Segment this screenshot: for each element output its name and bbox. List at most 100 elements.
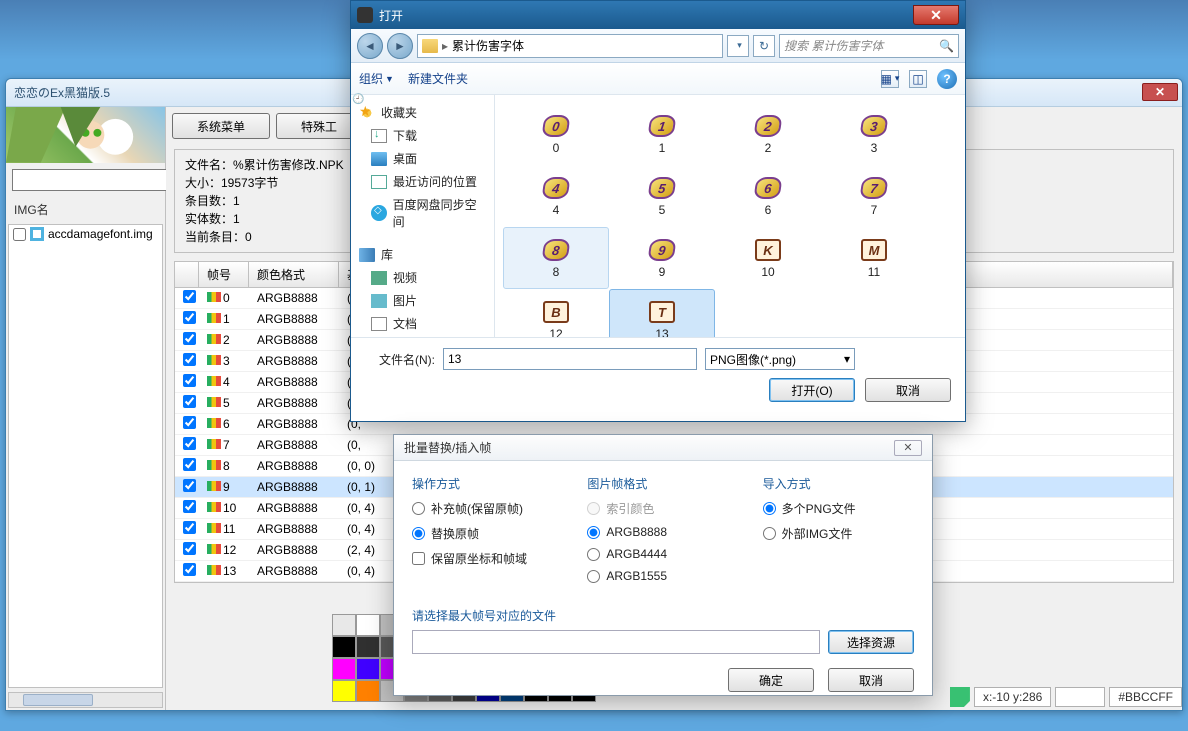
color-swatch[interactable] <box>332 636 356 658</box>
color-swatch[interactable] <box>356 636 380 658</box>
new-folder-button[interactable]: 新建文件夹 <box>408 70 468 87</box>
file-item[interactable]: T13 <box>609 289 715 337</box>
frame-row-checkbox[interactable] <box>183 311 196 324</box>
file-item[interactable]: 77 <box>821 165 927 227</box>
batch-titlebar[interactable]: 批量替换/插入帧 ✕ <box>394 435 932 461</box>
radio-append[interactable]: 补充帧(保留原帧) <box>412 500 563 517</box>
sidebar-item-recent[interactable]: 最近访问的位置 <box>351 170 494 193</box>
organize-menu[interactable]: 组织▼ <box>359 70 394 87</box>
frame-row-checkbox[interactable] <box>183 479 196 492</box>
star-icon <box>359 106 375 120</box>
file-item[interactable]: 99 <box>609 227 715 289</box>
frame-row-checkbox[interactable] <box>183 563 196 576</box>
img-item-checkbox[interactable] <box>13 228 26 241</box>
file-item[interactable]: 00 <box>503 103 609 165</box>
radio-argb4444[interactable]: ARGB4444 <box>587 547 738 561</box>
sidebar-group-favorites[interactable]: 收藏夹 <box>351 101 494 124</box>
file-type-filter[interactable]: PNG图像(*.png)▾ <box>705 348 855 370</box>
editor-close-button[interactable]: ✕ <box>1142 83 1178 101</box>
img-list-item[interactable]: accdamagefont.img <box>9 225 162 243</box>
file-item[interactable]: M11 <box>821 227 927 289</box>
file-dialog-search[interactable]: 搜索 累计伤害字体 🔍 <box>779 34 959 58</box>
radio-external-img[interactable]: 外部IMG文件 <box>763 525 914 542</box>
breadcrumb-segment[interactable]: 累计伤害字体 <box>452 37 524 54</box>
color-swatch[interactable] <box>356 614 380 636</box>
file-item[interactable]: 88 <box>503 227 609 289</box>
radio-indexed[interactable]: 索引颜色 <box>587 500 738 517</box>
nav-back-button[interactable]: ◄ <box>357 33 383 59</box>
col-frame-num[interactable]: 帧号 <box>199 262 249 287</box>
batch-cancel-button[interactable]: 取消 <box>828 668 914 692</box>
status-coords: x:-10 y:286 <box>974 687 1051 707</box>
color-swatch[interactable] <box>332 658 356 680</box>
file-item[interactable]: 11 <box>609 103 715 165</box>
frame-num: 3 <box>223 354 230 368</box>
preview-pane-button[interactable]: ◫ <box>909 70 927 88</box>
img-list-hscroll[interactable] <box>8 692 163 708</box>
sidebar-item-downloads[interactable]: 下载 <box>351 124 494 147</box>
frame-row-checkbox[interactable] <box>183 521 196 534</box>
desktop-icon <box>371 152 387 166</box>
file-item[interactable]: 55 <box>609 165 715 227</box>
filename-input[interactable] <box>443 348 697 370</box>
frame-num: 0 <box>223 291 230 305</box>
file-dialog-titlebar[interactable]: 打开 ✕ <box>351 1 965 29</box>
frame-icon <box>207 439 221 449</box>
open-button[interactable]: 打开(O) <box>769 378 855 402</box>
sidebar-item-documents[interactable]: 文档 <box>351 312 494 335</box>
radio-multi-png[interactable]: 多个PNG文件 <box>763 500 914 517</box>
color-swatch[interactable] <box>332 680 356 702</box>
file-item[interactable]: B12 <box>503 289 609 337</box>
batch-ok-button[interactable]: 确定 <box>728 668 814 692</box>
file-item[interactable]: 66 <box>715 165 821 227</box>
file-grid[interactable]: 00112233 44556677 8899K10M11 B12T13 <box>495 95 965 337</box>
file-thumb-icon: B <box>543 301 569 323</box>
radio-argb8888[interactable]: ARGB8888 <box>587 525 738 539</box>
frame-row-checkbox[interactable] <box>183 353 196 366</box>
sidebar-item-pictures[interactable]: 图片 <box>351 289 494 312</box>
sidebar-group-library[interactable]: 库 <box>351 243 494 266</box>
frame-num: 9 <box>223 480 230 494</box>
batch-close-button[interactable]: ✕ <box>894 440 922 456</box>
radio-argb1555[interactable]: ARGB1555 <box>587 569 738 583</box>
refresh-button[interactable]: ↻ <box>753 35 775 57</box>
file-item[interactable]: 22 <box>715 103 821 165</box>
check-keep-coords[interactable]: 保留原坐标和帧域 <box>412 550 563 567</box>
view-mode-button[interactable]: ▦ <box>881 70 899 88</box>
sidebar-item-video[interactable]: 视频 <box>351 266 494 289</box>
sidebar-item-baidu[interactable]: 百度网盘同步空间 <box>351 193 494 233</box>
frame-row-checkbox[interactable] <box>183 437 196 450</box>
sidebar-item-desktop[interactable]: 桌面 <box>351 147 494 170</box>
breadcrumb-history-button[interactable] <box>727 35 749 57</box>
frame-row-checkbox[interactable] <box>183 395 196 408</box>
sys-menu-button[interactable]: 系统菜单 <box>172 113 270 139</box>
frame-row-checkbox[interactable] <box>183 416 196 429</box>
frame-row-checkbox[interactable] <box>183 290 196 303</box>
frame-num: 13 <box>223 564 236 578</box>
img-list[interactable]: accdamagefont.img <box>8 224 163 688</box>
cancel-button[interactable]: 取消 <box>865 378 951 402</box>
color-swatch[interactable] <box>332 614 356 636</box>
file-item[interactable]: 33 <box>821 103 927 165</box>
nav-forward-button[interactable]: ► <box>387 33 413 59</box>
col-color-format[interactable]: 颜色格式 <box>249 262 339 287</box>
frame-num: 12 <box>223 543 236 557</box>
file-dialog-close-button[interactable]: ✕ <box>913 5 959 25</box>
file-item[interactable]: K10 <box>715 227 821 289</box>
editor-search-input[interactable] <box>12 169 177 191</box>
breadcrumb[interactable]: ▸ 累计伤害字体 <box>417 34 723 58</box>
frame-row-checkbox[interactable] <box>183 374 196 387</box>
color-swatch[interactable] <box>356 680 380 702</box>
help-icon[interactable]: ? <box>937 69 957 89</box>
file-item[interactable]: 44 <box>503 165 609 227</box>
batch-title: 批量替换/插入帧 <box>404 439 491 456</box>
frame-row-checkbox[interactable] <box>183 458 196 471</box>
frame-row-checkbox[interactable] <box>183 542 196 555</box>
frame-row-checkbox[interactable] <box>183 500 196 513</box>
color-swatch[interactable] <box>356 658 380 680</box>
batch-file-input[interactable] <box>412 630 820 654</box>
radio-replace[interactable]: 替换原帧 <box>412 525 563 542</box>
frame-row-checkbox[interactable] <box>183 332 196 345</box>
choose-resource-button[interactable]: 选择资源 <box>828 630 914 654</box>
frame-icon <box>207 544 221 554</box>
